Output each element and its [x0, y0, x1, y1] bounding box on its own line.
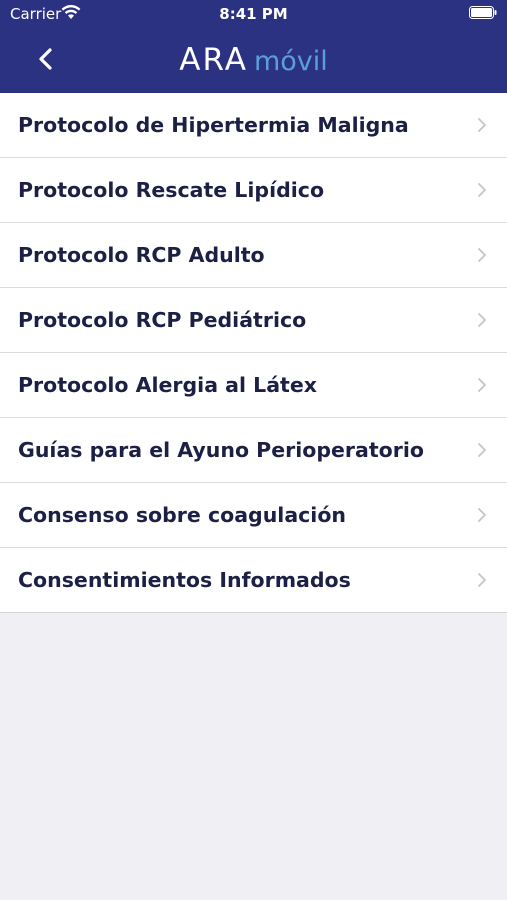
list-item[interactable]: Protocolo RCP Adulto — [0, 223, 507, 288]
chevron-right-icon — [478, 313, 486, 327]
list-item[interactable]: Protocolo de Hipertermia Maligna — [0, 93, 507, 158]
nav-header: Carrier 8:41 PM ARA móvil — [0, 0, 507, 93]
list-item[interactable]: Protocolo RCP Pediátrico — [0, 288, 507, 353]
logo-secondary-text: móvil — [253, 46, 328, 77]
list-item-label: Guías para el Ayuno Perioperatorio — [18, 438, 424, 462]
list-item-label: Consentimientos Informados — [18, 568, 351, 592]
logo-primary-text: ARA — [179, 42, 248, 78]
list-item-label: Protocolo RCP Adulto — [18, 243, 265, 267]
list-item[interactable]: Protocolo Alergia al Látex — [0, 353, 507, 418]
protocol-list: Protocolo de Hipertermia Maligna Protoco… — [0, 93, 507, 613]
list-item-label: Protocolo Alergia al Látex — [18, 373, 317, 397]
list-item[interactable]: Guías para el Ayuno Perioperatorio — [0, 418, 507, 483]
list-item-label: Consenso sobre coagulación — [18, 503, 347, 527]
status-time: 8:41 PM — [219, 5, 288, 23]
list-item[interactable]: Consentimientos Informados — [0, 548, 507, 613]
chevron-right-icon — [478, 248, 486, 262]
chevron-right-icon — [478, 183, 486, 197]
chevron-right-icon — [478, 508, 486, 522]
chevron-right-icon — [478, 573, 486, 587]
battery-icon — [469, 6, 497, 19]
list-item[interactable]: Consenso sobre coagulación — [0, 483, 507, 548]
app-logo: ARA móvil — [0, 40, 507, 80]
status-bar: Carrier 8:41 PM — [0, 0, 507, 28]
chevron-right-icon — [478, 443, 486, 457]
list-item[interactable]: Protocolo Rescate Lipídico — [0, 158, 507, 223]
list-item-label: Protocolo Rescate Lipídico — [18, 178, 325, 202]
list-item-label: Protocolo de Hipertermia Maligna — [18, 113, 409, 137]
chevron-right-icon — [478, 378, 486, 392]
list-item-label: Protocolo RCP Pediátrico — [18, 308, 307, 332]
chevron-right-icon — [478, 118, 486, 132]
